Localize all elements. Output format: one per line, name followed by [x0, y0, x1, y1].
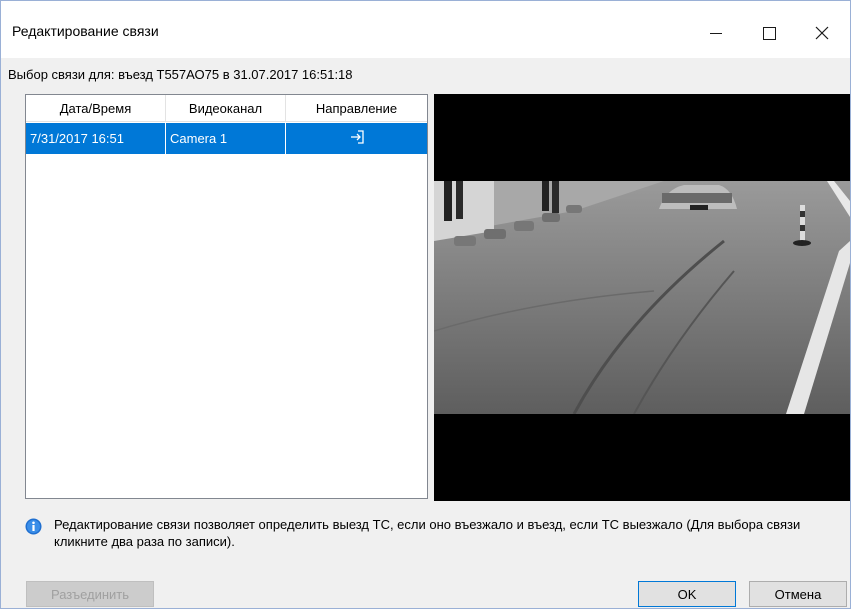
camera-frame-image [434, 181, 850, 414]
list-header: Дата/Время Видеоканал Направление [26, 95, 427, 122]
selection-subtitle: Выбор связи для: въезд Т557АО75 в 31.07.… [8, 67, 353, 82]
ok-button[interactable]: OK [638, 581, 736, 607]
close-icon [815, 26, 829, 40]
cancel-button[interactable]: Отмена [749, 581, 847, 607]
link-list[interactable]: Дата/Время Видеоканал Направление 7/31/2… [25, 94, 428, 499]
enter-icon [349, 129, 365, 148]
disconnect-button[interactable]: Разъединить [26, 581, 154, 607]
cell-datetime: 7/31/2017 16:51 [26, 123, 166, 154]
minimize-button[interactable] [693, 15, 739, 51]
list-row-selected[interactable]: 7/31/2017 16:51 Camera 1 [26, 123, 427, 154]
window-title: Редактирование связи [12, 23, 159, 39]
header-channel[interactable]: Видеоканал [166, 95, 286, 121]
maximize-icon [762, 26, 776, 40]
title-bar: Редактирование связи [1, 1, 850, 58]
info-message: Редактирование связи позволяет определит… [54, 517, 801, 549]
maximize-button[interactable] [746, 15, 792, 51]
minimize-icon [710, 32, 722, 34]
dialog-window: Редактирование связи Выбор связи для: въ… [0, 0, 851, 609]
header-direction[interactable]: Направление [286, 95, 427, 121]
close-button[interactable] [799, 15, 845, 51]
cell-channel: Camera 1 [166, 123, 286, 154]
cell-direction [286, 123, 427, 154]
info-icon [25, 518, 42, 535]
header-datetime[interactable]: Дата/Время [26, 95, 166, 121]
video-preview [434, 94, 850, 501]
